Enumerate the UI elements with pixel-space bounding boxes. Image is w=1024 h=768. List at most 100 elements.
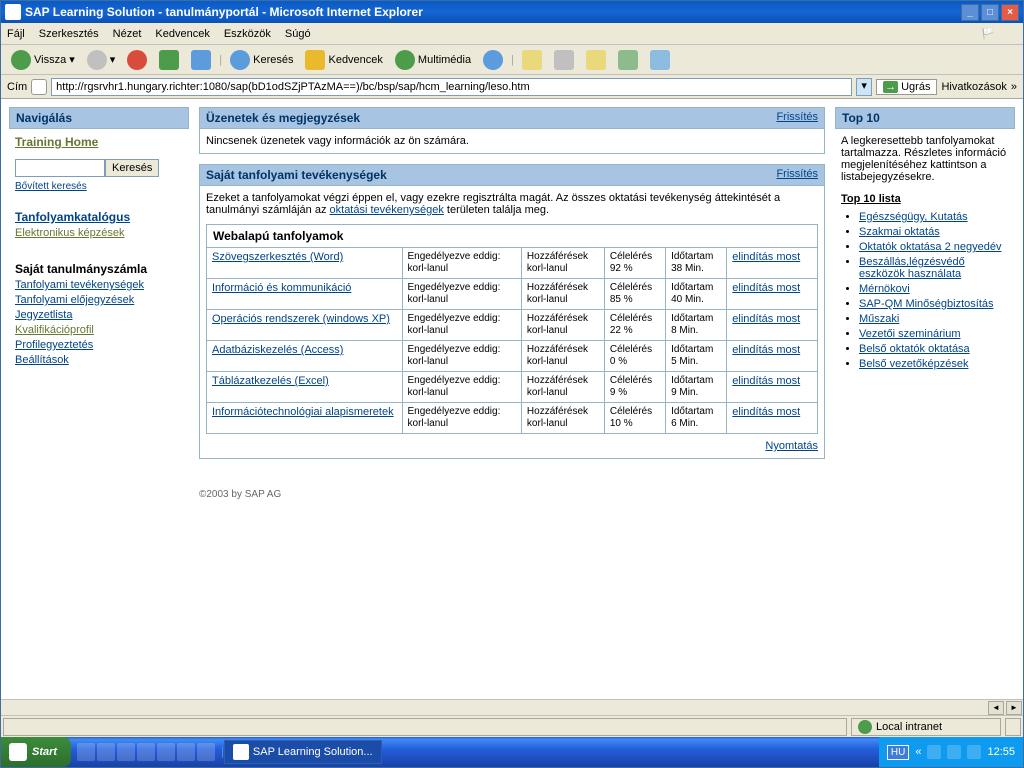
top10-item: Belső vezetőképzések [859, 358, 1009, 370]
go-button[interactable]: →Ugrás [876, 79, 937, 95]
menu-help[interactable]: Súgó [285, 28, 311, 40]
menu-tools[interactable]: Eszközök [224, 28, 271, 40]
training-home-link[interactable]: Training Home [15, 135, 98, 149]
ql-powerpoint-icon[interactable] [177, 743, 195, 761]
course-catalog-link[interactable]: Tanfolyamkatalógus [15, 210, 130, 224]
menu-view[interactable]: Nézet [113, 28, 142, 40]
scroll-left-button[interactable]: ◄ [988, 701, 1004, 715]
back-button[interactable]: Vissza ▾ [7, 48, 79, 72]
favorites-button[interactable]: Kedvencek [301, 48, 386, 72]
start-button[interactable]: Start [1, 737, 71, 767]
ql-explorer-icon[interactable] [197, 743, 215, 761]
ql-ie-icon[interactable] [97, 743, 115, 761]
edit-button[interactable] [582, 48, 610, 72]
permission-label: Engedélyezve eddig: [408, 282, 516, 294]
course-link[interactable]: Információtechnológiai alapismeretek [212, 406, 394, 418]
scroll-right-button[interactable]: ► [1006, 701, 1022, 715]
messages-refresh-link[interactable]: Frissítés [776, 111, 818, 123]
activities-refresh-link[interactable]: Frissítés [776, 168, 818, 180]
messenger-button[interactable] [646, 48, 674, 72]
links-label[interactable]: Hivatkozások [941, 81, 1006, 93]
top10-link[interactable]: Belső oktatók oktatása [859, 343, 970, 355]
ql-outlook-icon[interactable] [117, 743, 135, 761]
nav-search-button[interactable]: Keresés [105, 159, 159, 177]
start-now-link[interactable]: elindítás most [732, 313, 800, 325]
tray-volume-icon[interactable] [927, 745, 941, 759]
top10-link[interactable]: Mérnökovi [859, 283, 910, 295]
course-link[interactable]: Táblázatkezelés (Excel) [212, 375, 329, 387]
home-button[interactable] [187, 48, 215, 72]
top10-item: Belső oktatók oktatása [859, 343, 1009, 355]
course-link[interactable]: Információ és kommunikáció [212, 282, 351, 294]
history-button[interactable] [479, 48, 507, 72]
notes-link[interactable]: Jegyzetlista [15, 309, 72, 321]
menu-favorites[interactable]: Kedvencek [155, 28, 209, 40]
start-now-link[interactable]: elindítás most [732, 344, 800, 356]
start-now-link[interactable]: elindítás most [732, 251, 800, 263]
ql-desktop-icon[interactable] [77, 743, 95, 761]
start-now-link[interactable]: elindítás most [732, 375, 800, 387]
ql-word-icon[interactable] [137, 743, 155, 761]
maximize-button[interactable]: □ [981, 4, 999, 21]
table-row: Információtechnológiai alapismeretekEnge… [207, 403, 818, 434]
course-link[interactable]: Adatbáziskezelés (Access) [212, 344, 343, 356]
course-activities-link[interactable]: Tanfolyami tevékenységek [15, 279, 144, 291]
top10-link[interactable]: Vezetői szeminárium [859, 328, 961, 340]
mail-button[interactable] [518, 48, 546, 72]
nav-search-input[interactable] [15, 159, 105, 177]
duration-label: Időtartam [671, 313, 721, 325]
address-input[interactable] [51, 78, 852, 96]
top10-header: Top 10 [835, 107, 1015, 129]
top10-link[interactable]: Belső vezetőképzések [859, 358, 968, 370]
duration-value: 38 Min. [671, 263, 721, 275]
course-link[interactable]: Szövegszerkesztés (Word) [212, 251, 343, 263]
tray-icon-1[interactable]: « [915, 746, 921, 758]
print-button[interactable] [550, 48, 578, 72]
tray-network-icon[interactable] [947, 745, 961, 759]
prebookings-link[interactable]: Tanfolyami előjegyzések [15, 294, 134, 306]
top10-link[interactable]: Műszaki [859, 313, 899, 325]
top10-link[interactable]: Beszállás,légzésvédő eszközök használata [859, 256, 965, 280]
close-button[interactable]: × [1001, 4, 1019, 21]
clock[interactable]: 12:55 [987, 746, 1015, 758]
start-now-link[interactable]: elindítás most [732, 282, 800, 294]
goal-label: Célelérés [610, 406, 660, 418]
profile-match-link[interactable]: Profilegyeztetés [15, 339, 93, 351]
stop-button[interactable] [123, 48, 151, 72]
forward-button[interactable]: ▾ [83, 48, 120, 72]
top10-link[interactable]: Egészségügy, Kutatás [859, 211, 968, 223]
start-now-link[interactable]: elindítás most [732, 406, 800, 418]
address-dropdown[interactable]: ▾ [856, 78, 872, 96]
access-label: Hozzáférések [527, 344, 599, 356]
access-label: Hozzáférések [527, 313, 599, 325]
top10-link[interactable]: SAP-QM Minőségbiztosítás [859, 298, 994, 310]
tray-shield-icon[interactable] [967, 745, 981, 759]
media-button[interactable]: Multimédia [391, 48, 475, 72]
stop-icon [127, 50, 147, 70]
lang-indicator[interactable]: HU [887, 745, 909, 760]
ql-excel-icon[interactable] [157, 743, 175, 761]
ecourses-link[interactable]: Elektronikus képzések [15, 227, 124, 239]
qualification-link[interactable]: Kvalifikációprofil [15, 324, 94, 336]
print-link[interactable]: Nyomtatás [765, 440, 818, 452]
search-button[interactable]: Keresés [226, 48, 297, 72]
course-link[interactable]: Operációs rendszerek (windows XP) [212, 313, 390, 325]
menu-file[interactable]: Fájl [7, 28, 25, 40]
training-activities-link[interactable]: oktatási tevékenységek [330, 204, 444, 216]
settings-link[interactable]: Beállítások [15, 354, 69, 366]
goal-value: 85 % [610, 294, 660, 306]
top10-link[interactable]: Szakmai oktatás [859, 226, 940, 238]
table-row: Adatbáziskezelés (Access)Engedélyezve ed… [207, 341, 818, 372]
discuss-button[interactable] [614, 48, 642, 72]
top10-link[interactable]: Oktatók oktatása 2 negyedév [859, 241, 1001, 253]
top10-item: Szakmai oktatás [859, 226, 1009, 238]
refresh-button[interactable] [155, 48, 183, 72]
taskbar-app-button[interactable]: SAP Learning Solution... [224, 740, 382, 764]
table-row: Szövegszerkesztés (Word)Engedélyezve edd… [207, 248, 818, 279]
advanced-search-link[interactable]: Bővített keresés [15, 181, 87, 192]
menu-edit[interactable]: Szerkesztés [39, 28, 99, 40]
minimize-button[interactable]: _ [961, 4, 979, 21]
horizontal-scrollbar[interactable]: ◄ ► [1, 699, 1023, 715]
goal-label: Célelérés [610, 251, 660, 263]
activities-header: Saját tanfolyami tevékenységek Frissítés [199, 164, 825, 186]
